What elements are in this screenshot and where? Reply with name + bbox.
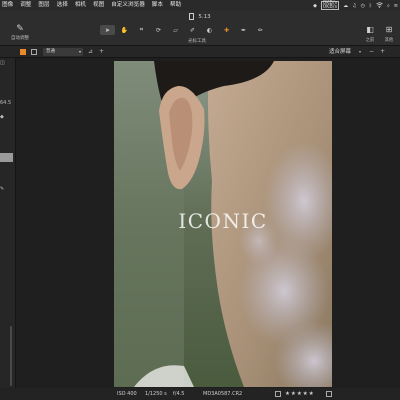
after-label: 其他 [384, 38, 394, 43]
aperture-value: f/4.5 [173, 391, 185, 397]
grid-view-icon: ⊞ [385, 25, 393, 34]
color-label-icon[interactable] [326, 391, 332, 397]
menu-camera[interactable]: 相机 [75, 0, 86, 11]
view-mode-value: 普通 [46, 49, 55, 54]
menu-scripts[interactable]: 脚本 [152, 0, 163, 11]
status-bar: ISO 400 1/1250 s f/4.5 MD3A0587.CR2 ★★★★… [0, 388, 400, 400]
add-icon[interactable]: + [99, 49, 104, 55]
document-icon [189, 13, 195, 20]
panel-brush-icon[interactable]: ✎ [0, 186, 4, 192]
menu-icon-music[interactable]: ♫ [352, 3, 356, 9]
rotate-icon: ⟳ [155, 26, 162, 34]
brush-icon: ✐ [189, 26, 196, 34]
pointer-tool[interactable]: ➤ [100, 25, 115, 35]
compare-icon: ◧ [366, 25, 374, 34]
menu-select[interactable]: 选择 [57, 0, 68, 11]
pointer-icon: ➤ [104, 26, 111, 34]
menubar-status-area: ◆ 0KB/s 0KB/s ☁ ♫ ◷ ᛒ ⌕ ≡ [313, 0, 398, 11]
panel-color-bar[interactable] [0, 153, 13, 162]
mask-brush-tool[interactable]: ✐ [185, 25, 200, 35]
net-speed-down: 0KB/s [322, 3, 338, 10]
heal-tool[interactable]: ✚ [219, 25, 234, 35]
grid-toggle-icon[interactable] [20, 49, 26, 55]
bandage-icon: ✚ [223, 26, 230, 34]
zoom-chevron-icon[interactable]: ▾ [359, 47, 361, 57]
before-label: 之前 [365, 38, 375, 43]
app-status-icon[interactable]: ◆ [313, 3, 317, 9]
before-button[interactable]: ◧ 之前 [362, 25, 378, 43]
network-speed-indicator[interactable]: 0KB/s 0KB/s [320, 1, 340, 10]
auto-adjust-button[interactable]: ✎ 自动调整 [6, 24, 34, 41]
select-checkbox[interactable] [275, 391, 281, 397]
pen-icon: ✏ [257, 26, 264, 34]
panel-scrollbar[interactable] [10, 326, 12, 386]
keystone-icon: ▱ [173, 26, 178, 34]
control-center-icon[interactable]: ≡ [394, 3, 398, 9]
rotate-tool[interactable]: ⟳ [151, 25, 166, 35]
gradient-icon: ◐ [206, 26, 213, 34]
menu-custom-browser[interactable]: 自定义浏览器 [111, 0, 145, 11]
keystone-tool[interactable]: ▱ [168, 25, 183, 35]
view-bar: 普通 ▾ ⊿ + 适合屏幕 ▾ − + [0, 46, 400, 58]
panel-tab-icon[interactable]: ◫ [0, 60, 5, 66]
window-title: 5.13 [198, 13, 211, 20]
star-rating[interactable]: ★★★★★ [285, 388, 315, 400]
iso-value: ISO 400 [117, 391, 137, 397]
adjust-icon[interactable]: ⊿ [88, 49, 93, 55]
crop-icon: ⌗ [139, 26, 144, 33]
view-mode-select[interactable]: 普通 ▾ [43, 48, 83, 56]
menu-layers[interactable]: 图层 [38, 0, 49, 11]
overlay-text: ICONIC [178, 209, 268, 233]
color-picker-tool[interactable]: ✒ [236, 25, 251, 35]
window-titlebar: 5.13 [0, 11, 400, 22]
zoom-fit-select[interactable]: 适合屏幕 [329, 47, 351, 57]
eyedropper-icon: ✒ [240, 26, 247, 34]
panel-slider-handle[interactable]: ◆ [0, 114, 4, 120]
chevron-down-icon: ▾ [78, 49, 81, 54]
gradient-tool[interactable]: ◐ [202, 25, 217, 35]
cursor-tools-label: 光标工具 [188, 39, 206, 44]
wifi-icon[interactable] [376, 1, 383, 10]
crop-tool[interactable]: ⌗ [134, 25, 149, 35]
annotation-tool[interactable]: ✏ [253, 25, 268, 35]
menu-icon-bluetooth[interactable]: ᛒ [369, 3, 372, 9]
single-view-icon[interactable] [31, 49, 37, 55]
menu-icon-search[interactable]: ⌕ [387, 3, 390, 9]
menu-icon-cloud[interactable]: ☁ [343, 3, 348, 9]
menu-bar: 图像 调整 图层 选择 相机 视图 自定义浏览器 脚本 帮助 ◆ 0KB/s 0… [0, 0, 400, 11]
photo-viewer[interactable]: ICONIC [114, 61, 332, 387]
menu-image[interactable]: 图像 [2, 0, 13, 11]
auto-adjust-label: 自动调整 [11, 36, 29, 41]
shutter-value: 1/1250 s [145, 391, 167, 397]
main-toolbar: ✎ 自动调整 ➤ ✋ ⌗ ⟳ ▱ ✐ ◐ ✚ ✒ ✏ 光标工具 ◧ 之前 ⊞ 其… [0, 22, 400, 46]
menu-icon-clock[interactable]: ◷ [361, 3, 365, 9]
cursor-tools-group: ➤ ✋ ⌗ ⟳ ▱ ✐ ◐ ✚ ✒ ✏ [100, 25, 268, 35]
zoom-out-icon[interactable]: − [369, 49, 374, 55]
after-button[interactable]: ⊞ 其他 [381, 25, 397, 43]
pan-tool[interactable]: ✋ [117, 25, 132, 35]
menu-help[interactable]: 帮助 [170, 0, 181, 11]
zoom-in-icon[interactable]: + [380, 49, 385, 55]
wand-icon: ✎ [16, 24, 24, 34]
menu-adjust[interactable]: 调整 [20, 0, 31, 11]
hand-icon: ✋ [120, 26, 129, 34]
menu-view[interactable]: 视图 [93, 0, 104, 11]
left-tool-panel: ◫ 64.5 ◆ ✎ [0, 58, 16, 390]
panel-value: 64.5 [0, 100, 12, 106]
filename: MD3A0587.CR2 [203, 391, 243, 397]
